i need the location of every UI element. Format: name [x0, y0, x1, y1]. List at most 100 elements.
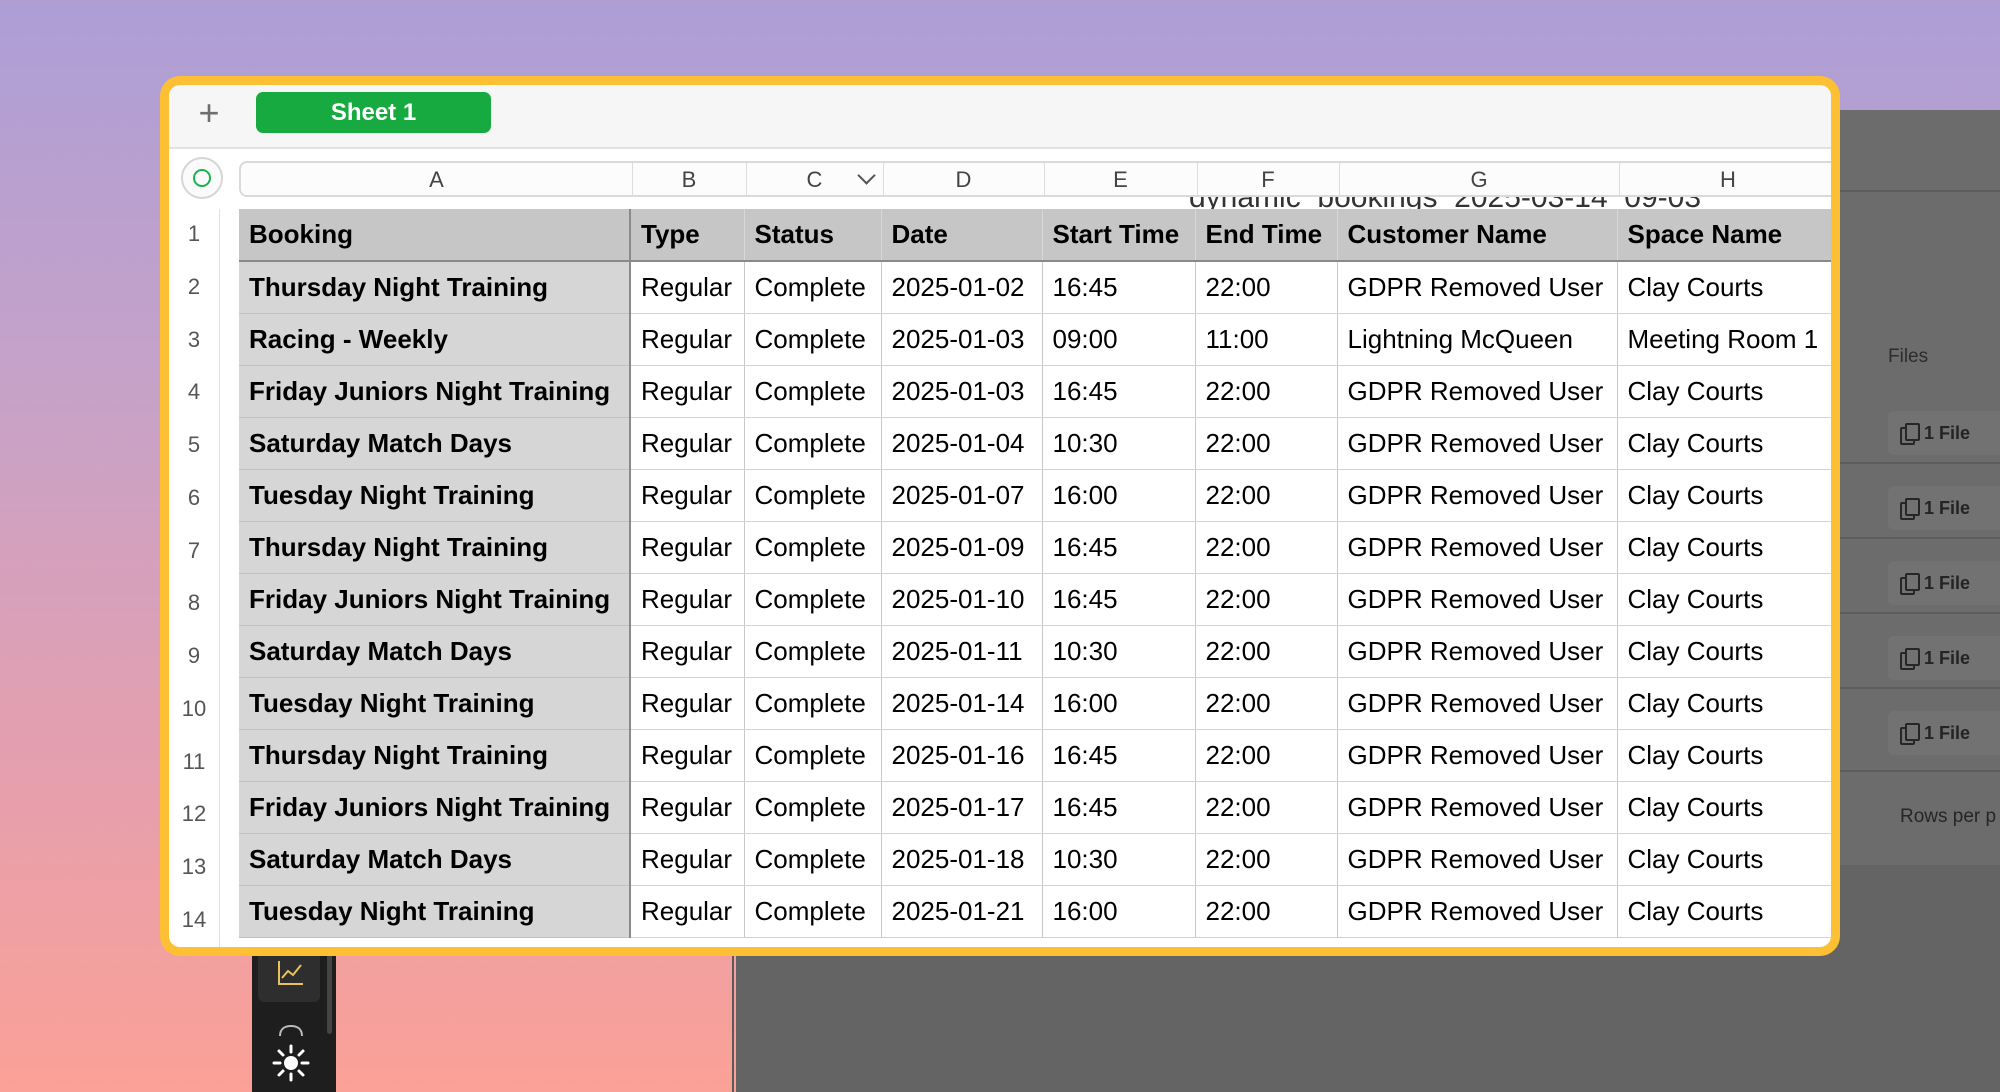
- file-chip[interactable]: 1 File: [1888, 636, 2000, 680]
- cell-booking[interactable]: Saturday Match Days: [239, 833, 631, 886]
- cell-date[interactable]: 2025-01-17: [881, 781, 1043, 834]
- file-chip[interactable]: 1 File: [1888, 711, 2000, 755]
- cell-status[interactable]: Complete: [744, 677, 882, 730]
- cell-customer-name[interactable]: GDPR Removed User: [1337, 469, 1618, 522]
- cell-booking[interactable]: Friday Juniors Night Training: [239, 781, 631, 834]
- cell-start-time[interactable]: 10:30: [1042, 417, 1196, 470]
- cell-booking[interactable]: Saturday Match Days: [239, 625, 631, 678]
- cell-date[interactable]: 2025-01-16: [881, 729, 1043, 782]
- cell-space-name[interactable]: Clay Courts: [1617, 625, 1831, 678]
- cell-type[interactable]: Regular: [630, 885, 745, 938]
- row-number[interactable]: 3: [169, 327, 219, 353]
- cell-type[interactable]: Regular: [630, 365, 745, 418]
- column-header-e[interactable]: E: [1044, 163, 1198, 195]
- cell-type[interactable]: Regular: [630, 313, 745, 366]
- cell-booking[interactable]: Thursday Night Training: [239, 261, 631, 314]
- cell-status[interactable]: Complete: [744, 885, 882, 938]
- cell-end-time[interactable]: 22:00: [1195, 625, 1338, 678]
- file-chip[interactable]: 1 File: [1888, 486, 2000, 530]
- cell-space-name[interactable]: Clay Courts: [1617, 573, 1831, 626]
- cell-booking[interactable]: Saturday Match Days: [239, 417, 631, 470]
- sun-icon[interactable]: [272, 1044, 310, 1082]
- cell-type[interactable]: Regular: [630, 677, 745, 730]
- cell-booking[interactable]: Tuesday Night Training: [239, 885, 631, 938]
- cell-booking[interactable]: Thursday Night Training: [239, 729, 631, 782]
- select-all-button[interactable]: [181, 157, 223, 199]
- cell-status[interactable]: Complete: [744, 781, 882, 834]
- cell-start-time[interactable]: 16:00: [1042, 885, 1196, 938]
- header-cell-date[interactable]: Date: [881, 209, 1043, 262]
- cell-date[interactable]: 2025-01-18: [881, 833, 1043, 886]
- cell-status[interactable]: Complete: [744, 313, 882, 366]
- cell-type[interactable]: Regular: [630, 573, 745, 626]
- file-chip[interactable]: 1 File: [1888, 411, 2000, 455]
- row-number[interactable]: 6: [169, 485, 219, 511]
- cell-status[interactable]: Complete: [744, 573, 882, 626]
- cell-status[interactable]: Complete: [744, 469, 882, 522]
- cell-customer-name[interactable]: Lightning McQueen: [1337, 313, 1618, 366]
- cell-status[interactable]: Complete: [744, 261, 882, 314]
- row-number[interactable]: 14: [169, 907, 219, 933]
- row-number[interactable]: 5: [169, 432, 219, 458]
- cell-customer-name[interactable]: GDPR Removed User: [1337, 781, 1618, 834]
- cell-customer-name[interactable]: GDPR Removed User: [1337, 729, 1618, 782]
- cell-space-name[interactable]: Clay Courts: [1617, 781, 1831, 834]
- column-header-c[interactable]: C: [746, 163, 884, 195]
- cell-customer-name[interactable]: GDPR Removed User: [1337, 677, 1618, 730]
- cell-status[interactable]: Complete: [744, 833, 882, 886]
- cell-date[interactable]: 2025-01-02: [881, 261, 1043, 314]
- column-header-h[interactable]: H: [1619, 163, 1831, 195]
- plus-icon[interactable]: +: [189, 93, 229, 133]
- row-number[interactable]: 4: [169, 379, 219, 405]
- cell-start-time[interactable]: 16:45: [1042, 521, 1196, 574]
- cell-end-time[interactable]: 22:00: [1195, 261, 1338, 314]
- cell-space-name[interactable]: Clay Courts: [1617, 261, 1831, 314]
- cell-date[interactable]: 2025-01-04: [881, 417, 1043, 470]
- cell-start-time[interactable]: 10:30: [1042, 833, 1196, 886]
- cell-customer-name[interactable]: GDPR Removed User: [1337, 625, 1618, 678]
- cell-type[interactable]: Regular: [630, 521, 745, 574]
- cell-status[interactable]: Complete: [744, 365, 882, 418]
- cell-start-time[interactable]: 16:00: [1042, 469, 1196, 522]
- column-header-a[interactable]: A: [241, 163, 633, 195]
- cell-customer-name[interactable]: GDPR Removed User: [1337, 365, 1618, 418]
- cell-booking[interactable]: Tuesday Night Training: [239, 677, 631, 730]
- cell-start-time[interactable]: 16:00: [1042, 677, 1196, 730]
- column-header-b[interactable]: B: [632, 163, 747, 195]
- cell-date[interactable]: 2025-01-09: [881, 521, 1043, 574]
- cell-customer-name[interactable]: GDPR Removed User: [1337, 885, 1618, 938]
- cell-space-name[interactable]: Meeting Room 1: [1617, 313, 1831, 366]
- cell-date[interactable]: 2025-01-11: [881, 625, 1043, 678]
- cell-type[interactable]: Regular: [630, 625, 745, 678]
- header-cell-start-time[interactable]: Start Time: [1042, 209, 1196, 262]
- header-cell-space-name[interactable]: Space Name: [1617, 209, 1831, 262]
- cell-space-name[interactable]: Clay Courts: [1617, 885, 1831, 938]
- cell-end-time[interactable]: 22:00: [1195, 521, 1338, 574]
- row-number[interactable]: 10: [169, 696, 219, 722]
- row-number[interactable]: 1: [169, 221, 219, 247]
- column-header-f[interactable]: F: [1197, 163, 1340, 195]
- row-number[interactable]: 7: [169, 538, 219, 564]
- cell-end-time[interactable]: 22:00: [1195, 833, 1338, 886]
- cell-start-time[interactable]: 10:30: [1042, 625, 1196, 678]
- cell-space-name[interactable]: Clay Courts: [1617, 729, 1831, 782]
- cell-customer-name[interactable]: GDPR Removed User: [1337, 573, 1618, 626]
- header-cell-end-time[interactable]: End Time: [1195, 209, 1338, 262]
- file-chip[interactable]: 1 File: [1888, 561, 2000, 605]
- cell-customer-name[interactable]: GDPR Removed User: [1337, 833, 1618, 886]
- cell-start-time[interactable]: 09:00: [1042, 313, 1196, 366]
- header-cell-type[interactable]: Type: [630, 209, 745, 262]
- row-number[interactable]: 2: [169, 274, 219, 300]
- cell-end-time[interactable]: 22:00: [1195, 573, 1338, 626]
- cell-start-time[interactable]: 16:45: [1042, 573, 1196, 626]
- tab-sheet-1[interactable]: Sheet 1: [256, 92, 491, 133]
- cell-date[interactable]: 2025-01-10: [881, 573, 1043, 626]
- cell-date[interactable]: 2025-01-03: [881, 313, 1043, 366]
- cell-start-time[interactable]: 16:45: [1042, 261, 1196, 314]
- sidebar-scrollbar[interactable]: [327, 950, 332, 1034]
- cell-booking[interactable]: Thursday Night Training: [239, 521, 631, 574]
- cell-end-time[interactable]: 11:00: [1195, 313, 1338, 366]
- cell-booking[interactable]: Tuesday Night Training: [239, 469, 631, 522]
- cell-booking[interactable]: Friday Juniors Night Training: [239, 573, 631, 626]
- cell-space-name[interactable]: Clay Courts: [1617, 365, 1831, 418]
